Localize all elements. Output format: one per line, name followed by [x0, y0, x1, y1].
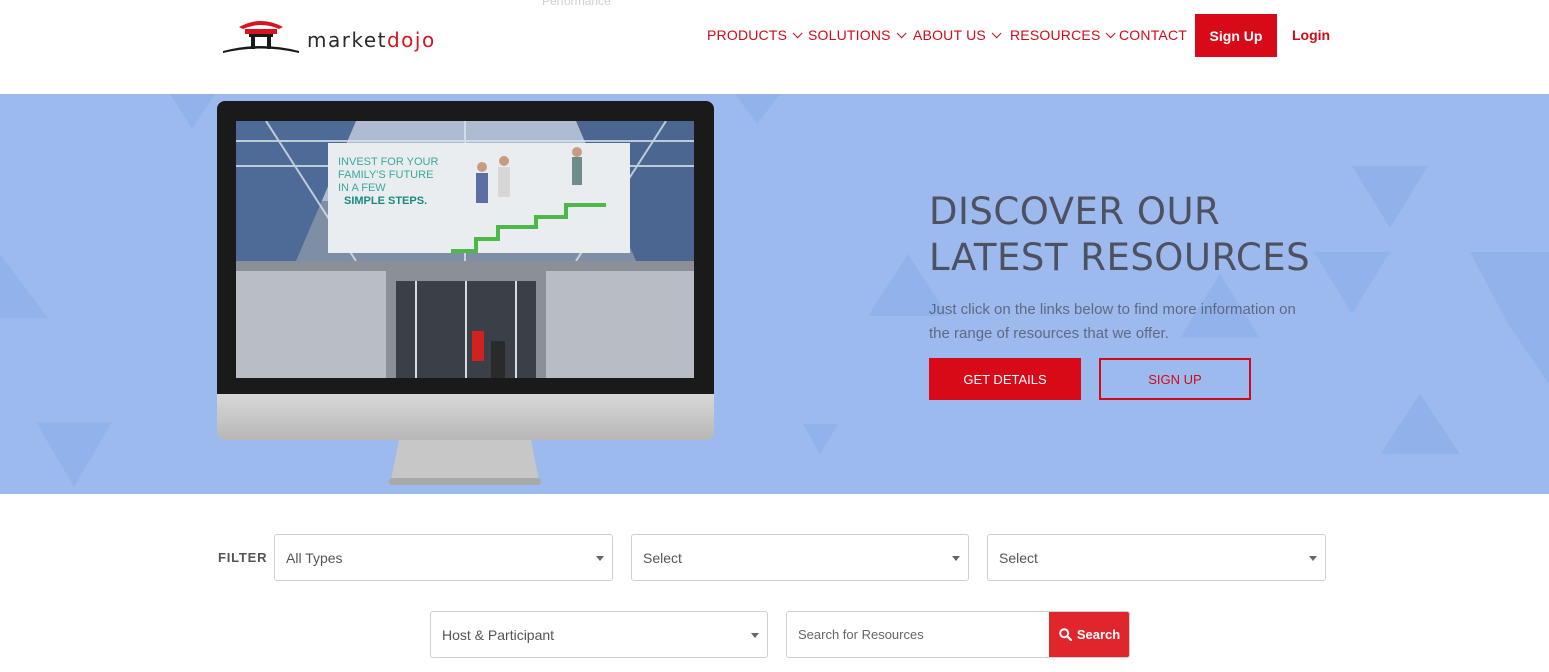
pagoda-logo-icon: [223, 21, 299, 53]
banner-text-line3: IN A FEW: [338, 182, 386, 194]
caret-down-icon: [952, 556, 960, 561]
nav-label: SOLUTIONS: [808, 27, 891, 43]
logo-wordmark: marketdojo: [307, 28, 436, 52]
get-details-button[interactable]: GET DETAILS: [929, 358, 1081, 400]
header-sign-up-button[interactable]: Sign Up: [1195, 14, 1277, 57]
category-select-value: Select: [643, 549, 682, 566]
ghost-text: Performance: [542, 0, 611, 8]
search-icon: [1059, 628, 1072, 641]
monitor-stand: [389, 440, 541, 485]
type-select[interactable]: All Types: [274, 534, 613, 581]
chevron-down-icon: [1106, 27, 1117, 38]
category-select[interactable]: Select: [631, 534, 969, 581]
caret-down-icon: [596, 556, 604, 561]
logo-text-main: market: [307, 28, 387, 52]
hero-banner: INVEST FOR YOUR FAMILY'S FUTURE IN A FEW…: [0, 94, 1549, 494]
nav-item-products[interactable]: PRODUCTS: [707, 27, 803, 43]
nav-label: PRODUCTS: [707, 27, 788, 43]
nav-item-resources[interactable]: RESOURCES: [1010, 27, 1117, 43]
site-header: Performance marketdojo PRODUCTS SOLUTION…: [0, 0, 1549, 94]
role-select-value: Host & Participant: [442, 626, 555, 643]
type-select-value: All Types: [286, 549, 343, 566]
search-button[interactable]: Search: [1049, 612, 1129, 657]
topic-select[interactable]: Select: [987, 534, 1326, 581]
hero-subtitle: Just click on the links below to find mo…: [929, 301, 1296, 342]
nav-item-about-us[interactable]: ABOUT US: [913, 27, 1002, 43]
banner-text-line2: FAMILY'S FUTURE: [338, 169, 433, 181]
role-select[interactable]: Host & Participant: [430, 611, 768, 658]
marketdojo-logo[interactable]: marketdojo: [221, 16, 436, 56]
search-input[interactable]: [787, 612, 1049, 657]
chevron-down-icon: [792, 27, 803, 38]
monitor-screen-photo: INVEST FOR YOUR FAMILY'S FUTURE IN A FEW…: [236, 121, 694, 378]
nav-item-contact[interactable]: CONTACT: [1119, 27, 1187, 43]
login-link[interactable]: Login: [1292, 27, 1330, 43]
caret-down-icon: [751, 633, 759, 638]
nav-label: CONTACT: [1119, 27, 1188, 43]
hero-sign-up-button[interactable]: SIGN UP: [1099, 358, 1251, 400]
hero-title: DISCOVER OUR LATEST RESOURCES: [929, 190, 1311, 279]
nav-label: RESOURCES: [1010, 27, 1101, 43]
nav-label: ABOUT US: [913, 27, 986, 43]
chevron-down-icon: [896, 27, 907, 38]
banner-text-line1: INVEST FOR YOUR: [338, 156, 439, 168]
search-button-label: Search: [1076, 627, 1121, 642]
chevron-down-icon: [991, 27, 1002, 38]
caret-down-icon: [1309, 556, 1317, 561]
nav-item-solutions[interactable]: SOLUTIONS: [808, 27, 907, 43]
building-atrium-image: INVEST FOR YOUR FAMILY'S FUTURE IN A FEW…: [236, 121, 694, 378]
imac-monitor-image: INVEST FOR YOUR FAMILY'S FUTURE IN A FEW…: [217, 101, 714, 485]
resource-search: Search: [786, 611, 1130, 658]
banner-text-line4: SIMPLE STEPS.: [344, 195, 427, 207]
monitor-chin: [217, 394, 714, 440]
filter-label: FILTER: [218, 550, 268, 565]
logo-text-accent: dojo: [386, 28, 436, 52]
topic-select-value: Select: [999, 549, 1038, 566]
